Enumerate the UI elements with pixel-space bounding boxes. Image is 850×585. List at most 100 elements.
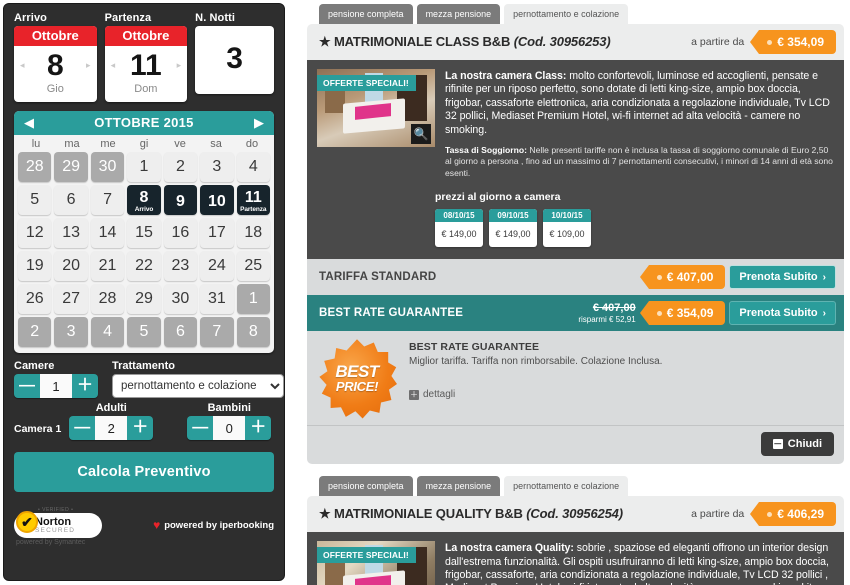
calendar-day-number: 5 <box>139 323 149 340</box>
calendar-day-26[interactable]: 26 <box>18 284 52 314</box>
tab-1[interactable]: mezza pensione <box>416 476 501 497</box>
calendar-day-number: 19 <box>25 257 44 274</box>
room-description-area: OFFERTE SPECIALI!🔍La nostra camera Quali… <box>307 532 844 585</box>
calendar-day-number: 17 <box>207 224 226 241</box>
close-button[interactable]: － Chiudi <box>760 432 834 457</box>
calendar-day-5[interactable]: 5 <box>18 185 52 215</box>
departure-next-icon[interactable]: ▸ <box>177 60 182 71</box>
calendar-day-number: 28 <box>25 158 44 175</box>
calendar-day-7: 7 <box>200 317 234 347</box>
calendar-next-icon[interactable]: ▶ <box>254 116 264 129</box>
calendar-day-17[interactable]: 17 <box>200 218 234 248</box>
adults-value: 2 <box>95 416 128 440</box>
calculate-quote-button[interactable]: Calcola Preventivo <box>14 452 274 492</box>
room-code: (Cod. 30956254) <box>526 506 623 522</box>
calendar-day-1[interactable]: 1 <box>127 152 161 182</box>
arrival-selector[interactable]: Arrivo Ottobre ◂ ▸ 8 Gio <box>14 12 97 102</box>
calendar-title: OTTOBRE 2015 <box>94 115 194 130</box>
calendar-day-4[interactable]: 4 <box>236 152 270 182</box>
calendar-day-tag: Partenza <box>240 206 267 214</box>
calendar-day-6[interactable]: 6 <box>54 185 88 215</box>
calendar-day-28[interactable]: 28 <box>90 284 125 314</box>
calendar-day-number: 30 <box>98 158 117 175</box>
room-description: La nostra camera Quality: sobrie , spazi… <box>445 542 834 585</box>
rooms-increment-button[interactable]: ＋ <box>72 374 98 398</box>
calendar-day-13[interactable]: 13 <box>54 218 88 248</box>
calendar-day-24[interactable]: 24 <box>200 251 234 281</box>
calendar-day-29[interactable]: 29 <box>127 284 161 314</box>
treatment-select[interactable]: pernottamento e colazione <box>112 374 284 398</box>
adults-increment-button[interactable]: ＋ <box>127 416 154 440</box>
calendar-day-19[interactable]: 19 <box>18 251 52 281</box>
calendar-day-number: 6 <box>66 191 76 208</box>
calendar-day-number: 13 <box>62 224 81 241</box>
daily-price-item: 08/10/15 € 149,00 <box>435 209 483 248</box>
arrival-next-icon[interactable]: ▸ <box>86 60 91 71</box>
price-tag-dot <box>656 310 662 316</box>
children-increment-button[interactable]: ＋ <box>245 416 272 440</box>
calendar-day-1: 1 <box>236 284 270 314</box>
tab-0[interactable]: pensione completa <box>319 4 413 24</box>
calendar-day-15[interactable]: 15 <box>127 218 161 248</box>
room-photo[interactable]: OFFERTE SPECIALI!🔍 <box>317 541 435 585</box>
price-tag-dot <box>767 511 773 517</box>
rate-price-tag: € 354,09 <box>639 301 726 326</box>
magnifier-icon[interactable]: 🔍 <box>411 124 431 144</box>
departure-prev-icon[interactable]: ◂ <box>111 60 116 71</box>
arrival-day: 8 <box>46 49 64 82</box>
calendar-weeks: 28 29 30 1 2 3 4 5 6 7 8 Arrivo 9 10 11 Partenza 12 13 14 1… <box>14 151 274 349</box>
calendar-day-number: 27 <box>62 290 81 307</box>
calendar-day-8[interactable]: 8 Arrivo <box>127 185 161 215</box>
calendar-day-number: 6 <box>175 323 185 340</box>
book-now-button[interactable]: Prenota Subito › <box>729 265 836 290</box>
rooms-stepper[interactable]: — 1 ＋ <box>14 374 98 398</box>
tab-1[interactable]: mezza pensione <box>416 4 501 24</box>
arrival-prev-icon[interactable]: ◂ <box>20 60 25 71</box>
rate-price-tag: € 407,00 <box>639 265 726 290</box>
calendar-day-7[interactable]: 7 <box>90 185 125 215</box>
calendar-week: 2 3 4 5 6 7 8 <box>14 316 274 349</box>
calendar-day-number: 5 <box>30 191 40 208</box>
departure-selector[interactable]: Partenza Ottobre ◂ ▸ 11 Dom <box>104 12 188 102</box>
calendar-day-2[interactable]: 2 <box>163 152 198 182</box>
treatment-label: Trattamento <box>112 360 175 372</box>
calendar-day-18[interactable]: 18 <box>236 218 270 248</box>
calendar-day-3[interactable]: 3 <box>200 152 234 182</box>
calendar-day-30[interactable]: 30 <box>163 284 198 314</box>
calendar-day-21[interactable]: 21 <box>90 251 125 281</box>
adults-decrement-button[interactable]: — <box>69 416 96 440</box>
calendar-dow: ma <box>64 138 80 150</box>
calendar-day-number: 22 <box>135 257 153 274</box>
tab-2[interactable]: pernottamento e colazione <box>504 4 629 24</box>
calendar-day-25[interactable]: 25 <box>236 251 270 281</box>
room-from-price-wrap: a partire da € 406,29 <box>691 502 836 527</box>
room-photo[interactable]: OFFERTE SPECIALI!🔍 <box>317 69 435 147</box>
calendar-day-16[interactable]: 16 <box>163 218 198 248</box>
details-toggle[interactable]: ＋ dettagli <box>409 389 834 400</box>
calendar-day-9[interactable]: 9 <box>163 185 198 215</box>
calendar-day-23[interactable]: 23 <box>163 251 198 281</box>
adults-stepper[interactable]: — 2 ＋ <box>69 416 154 440</box>
tab-2[interactable]: pernottamento e colazione <box>504 476 629 497</box>
calendar-day-31[interactable]: 31 <box>200 284 234 314</box>
children-stepper[interactable]: — 0 ＋ <box>187 416 272 440</box>
calendar-day-22[interactable]: 22 <box>127 251 161 281</box>
calendar-day-number: 23 <box>171 257 190 274</box>
calendar-day-number: 16 <box>171 224 190 241</box>
tab-0[interactable]: pensione completa <box>319 476 413 497</box>
daily-prices-area: prezzi al giorno a camera 08/10/15 € 149,0… <box>307 189 844 260</box>
children-decrement-button[interactable]: — <box>187 416 214 440</box>
rooms-decrement-button[interactable]: — <box>14 374 40 398</box>
calendar-day-12[interactable]: 12 <box>18 218 52 248</box>
calendar-week: 5 6 7 8 Arrivo 9 10 11 Partenza <box>14 184 274 217</box>
book-now-button[interactable]: Prenota Subito › <box>729 301 836 326</box>
calendar-day-20[interactable]: 20 <box>54 251 88 281</box>
calendar-prev-icon[interactable]: ◀ <box>24 116 34 129</box>
calendar-day-14[interactable]: 14 <box>90 218 125 248</box>
star-icon: ★ <box>319 506 331 522</box>
calendar-day-number: 20 <box>62 257 81 274</box>
from-label: a partire da <box>691 508 745 521</box>
calendar-day-11[interactable]: 11 Partenza <box>236 185 270 215</box>
calendar-day-10[interactable]: 10 <box>200 185 234 215</box>
calendar-day-27[interactable]: 27 <box>54 284 88 314</box>
